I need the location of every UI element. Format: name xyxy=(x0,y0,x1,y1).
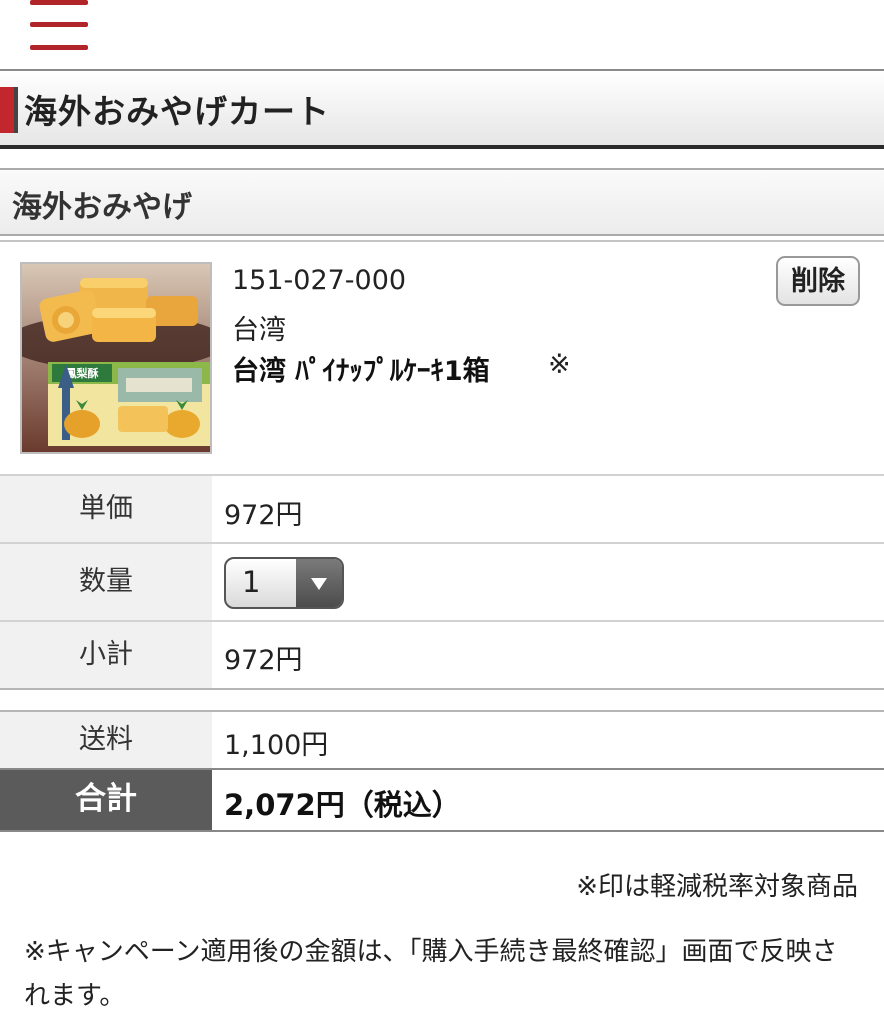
menu-bar-bottom xyxy=(30,45,88,50)
shipping-value: 1,100円 xyxy=(224,730,329,761)
title-accent-marker xyxy=(0,87,18,133)
subtotal-row: 小計 972円 xyxy=(0,620,884,690)
product-name: 台湾 ﾊﾟｲﾅｯﾌﾟﾙｹｰｷ1箱 xyxy=(232,356,490,387)
reduced-tax-mark: ※ xyxy=(548,349,571,380)
quantity-value: 1 xyxy=(242,565,261,599)
delete-button[interactable]: 削除 xyxy=(776,256,860,306)
campaign-note: ※キャンペーン適用後の金額は、「購入手続き最終確認」画面で反映されます。 xyxy=(24,937,838,1011)
chevron-down-icon xyxy=(296,559,342,607)
product-region: 台湾 xyxy=(232,315,286,346)
section-header: 海外おみやげ xyxy=(0,168,884,236)
total-row: 合計 2,072円（税込） xyxy=(0,768,884,832)
total-value: 2,072円（税込） xyxy=(224,788,461,822)
product-code: 151-027-000 xyxy=(232,265,407,296)
quantity-row: 数量 1 xyxy=(0,542,884,620)
product-image[interactable]: 鳳梨酥 xyxy=(20,262,212,454)
unit-price-label: 単価 xyxy=(0,476,212,542)
page-title-bar: 海外おみやげカート xyxy=(0,69,884,149)
unit-price-value: 972円 xyxy=(224,500,303,531)
section-title: 海外おみやげ xyxy=(12,190,192,225)
menu-bar-top xyxy=(30,0,88,5)
unit-price-row: 単価 972円 xyxy=(0,474,884,542)
hamburger-menu-icon[interactable] xyxy=(28,0,92,56)
total-label: 合計 xyxy=(0,770,212,830)
shipping-row: 送料 1,100円 xyxy=(0,710,884,768)
pineapple-cake-image: 鳳梨酥 xyxy=(22,264,210,452)
subtotal-label: 小計 xyxy=(0,622,212,688)
shipping-label: 送料 xyxy=(0,712,212,768)
section-divider xyxy=(0,240,884,242)
menu-bar-middle xyxy=(30,22,88,27)
quantity-select[interactable]: 1 xyxy=(224,557,344,609)
reduced-tax-note: ※印は軽減税率対象商品 xyxy=(576,872,858,902)
subtotal-value: 972円 xyxy=(224,645,303,676)
page-title: 海外おみやげカート xyxy=(24,92,330,131)
quantity-label: 数量 xyxy=(0,544,212,620)
